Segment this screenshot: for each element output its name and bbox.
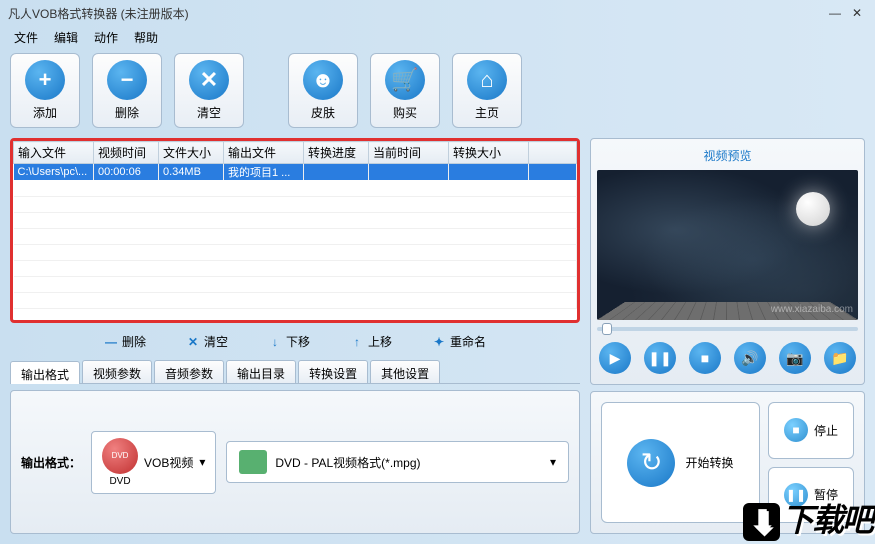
plus-icon: + (25, 60, 65, 100)
start-convert-button[interactable]: ↻ 开始转换 (601, 402, 760, 523)
minus-icon: — (104, 335, 118, 349)
close-button[interactable]: ✕ (847, 5, 867, 21)
stop-convert-button[interactable]: ■停止 (768, 402, 854, 459)
th-progress[interactable]: 转换进度 (304, 142, 369, 164)
list-up-button[interactable]: ↑上移 (350, 333, 392, 350)
x-icon: ✕ (189, 60, 229, 100)
menu-file[interactable]: 文件 (8, 27, 44, 48)
tab-video-params[interactable]: 视频参数 (82, 360, 152, 383)
th-input[interactable]: 输入文件 (14, 142, 94, 164)
x-icon: ✕ (186, 335, 200, 349)
output-format-label: 输出格式： (21, 454, 81, 471)
rename-icon: ✦ (432, 335, 446, 349)
skin-button[interactable]: ☻皮肤 (288, 53, 358, 128)
video-preview[interactable]: www.xiazaiba.com (597, 170, 858, 320)
cart-icon: 🛒 (385, 60, 425, 100)
stop-button[interactable]: ■ (689, 342, 721, 374)
stop-icon: ■ (784, 418, 808, 442)
box-icon (239, 450, 267, 474)
add-button[interactable]: +添加 (10, 53, 80, 128)
list-delete-button[interactable]: —删除 (104, 333, 146, 350)
stop-icon: ■ (701, 350, 709, 366)
minimize-button[interactable]: — (825, 5, 845, 21)
play-icon: ▶ (610, 350, 621, 367)
th-output[interactable]: 输出文件 (224, 142, 304, 164)
home-icon: ⌂ (467, 60, 507, 100)
folder-icon: 📁 (831, 350, 848, 367)
snapshot-button[interactable]: 📷 (779, 342, 811, 374)
smile-icon: ☻ (303, 60, 343, 100)
tab-output-format[interactable]: 输出格式 (10, 361, 80, 384)
th-vtime[interactable]: 视频时间 (94, 142, 159, 164)
volume-button[interactable]: 🔊 (734, 342, 766, 374)
open-folder-button[interactable]: 📁 (824, 342, 856, 374)
th-outsize[interactable]: 转换大小 (449, 142, 529, 164)
moon-icon (796, 192, 830, 226)
dvd-icon: DVD (102, 438, 138, 474)
buy-button[interactable]: 🛒购买 (370, 53, 440, 128)
seek-slider[interactable] (597, 320, 858, 338)
tab-convert-settings[interactable]: 转换设置 (298, 360, 368, 383)
pause-button[interactable]: ❚❚ (644, 342, 676, 374)
refresh-icon: ↻ (627, 439, 675, 487)
window-title: 凡人VOB格式转换器 (未注册版本) (8, 5, 189, 22)
arrow-down-icon: ↓ (268, 335, 282, 349)
preview-watermark: www.xiazaiba.com (771, 304, 853, 315)
menu-edit[interactable]: 编辑 (48, 27, 84, 48)
delete-button[interactable]: −删除 (92, 53, 162, 128)
chevron-down-icon: ▾ (199, 455, 205, 469)
mpg-format-button[interactable]: DVD - PAL视频格式(*.mpg) ▾ (226, 441, 569, 483)
list-rename-button[interactable]: ✦重命名 (432, 333, 486, 350)
home-button[interactable]: ⌂主页 (452, 53, 522, 128)
vob-format-button[interactable]: DVD DVD VOB视频 ▾ (91, 431, 216, 494)
file-table[interactable]: 输入文件 视频时间 文件大小 输出文件 转换进度 当前时间 转换大小 C:\Us… (10, 138, 580, 323)
list-down-button[interactable]: ↓下移 (268, 333, 310, 350)
tab-output-dir[interactable]: 输出目录 (226, 360, 296, 383)
menu-help[interactable]: 帮助 (128, 27, 164, 48)
tab-audio-params[interactable]: 音频参数 (154, 360, 224, 383)
pause-icon: ❚❚ (648, 350, 671, 367)
play-button[interactable]: ▶ (599, 342, 631, 374)
clear-button[interactable]: ✕清空 (174, 53, 244, 128)
th-curtime[interactable]: 当前时间 (369, 142, 449, 164)
chevron-down-icon: ▾ (550, 455, 556, 469)
list-clear-button[interactable]: ✕清空 (186, 333, 228, 350)
th-fsize[interactable]: 文件大小 (159, 142, 224, 164)
preview-title: 视频预览 (597, 145, 858, 170)
speaker-icon: 🔊 (741, 350, 758, 367)
minus-icon: − (107, 60, 147, 100)
camera-icon: 📷 (786, 350, 803, 367)
tab-other-settings[interactable]: 其他设置 (370, 360, 440, 383)
page-watermark: ⬇下载吧 (743, 495, 872, 541)
arrow-up-icon: ↑ (350, 335, 364, 349)
table-row[interactable]: C:\Users\pc\... 00:00:06 0.34MB 我的项目1 ..… (14, 164, 577, 181)
menu-action[interactable]: 动作 (88, 27, 124, 48)
